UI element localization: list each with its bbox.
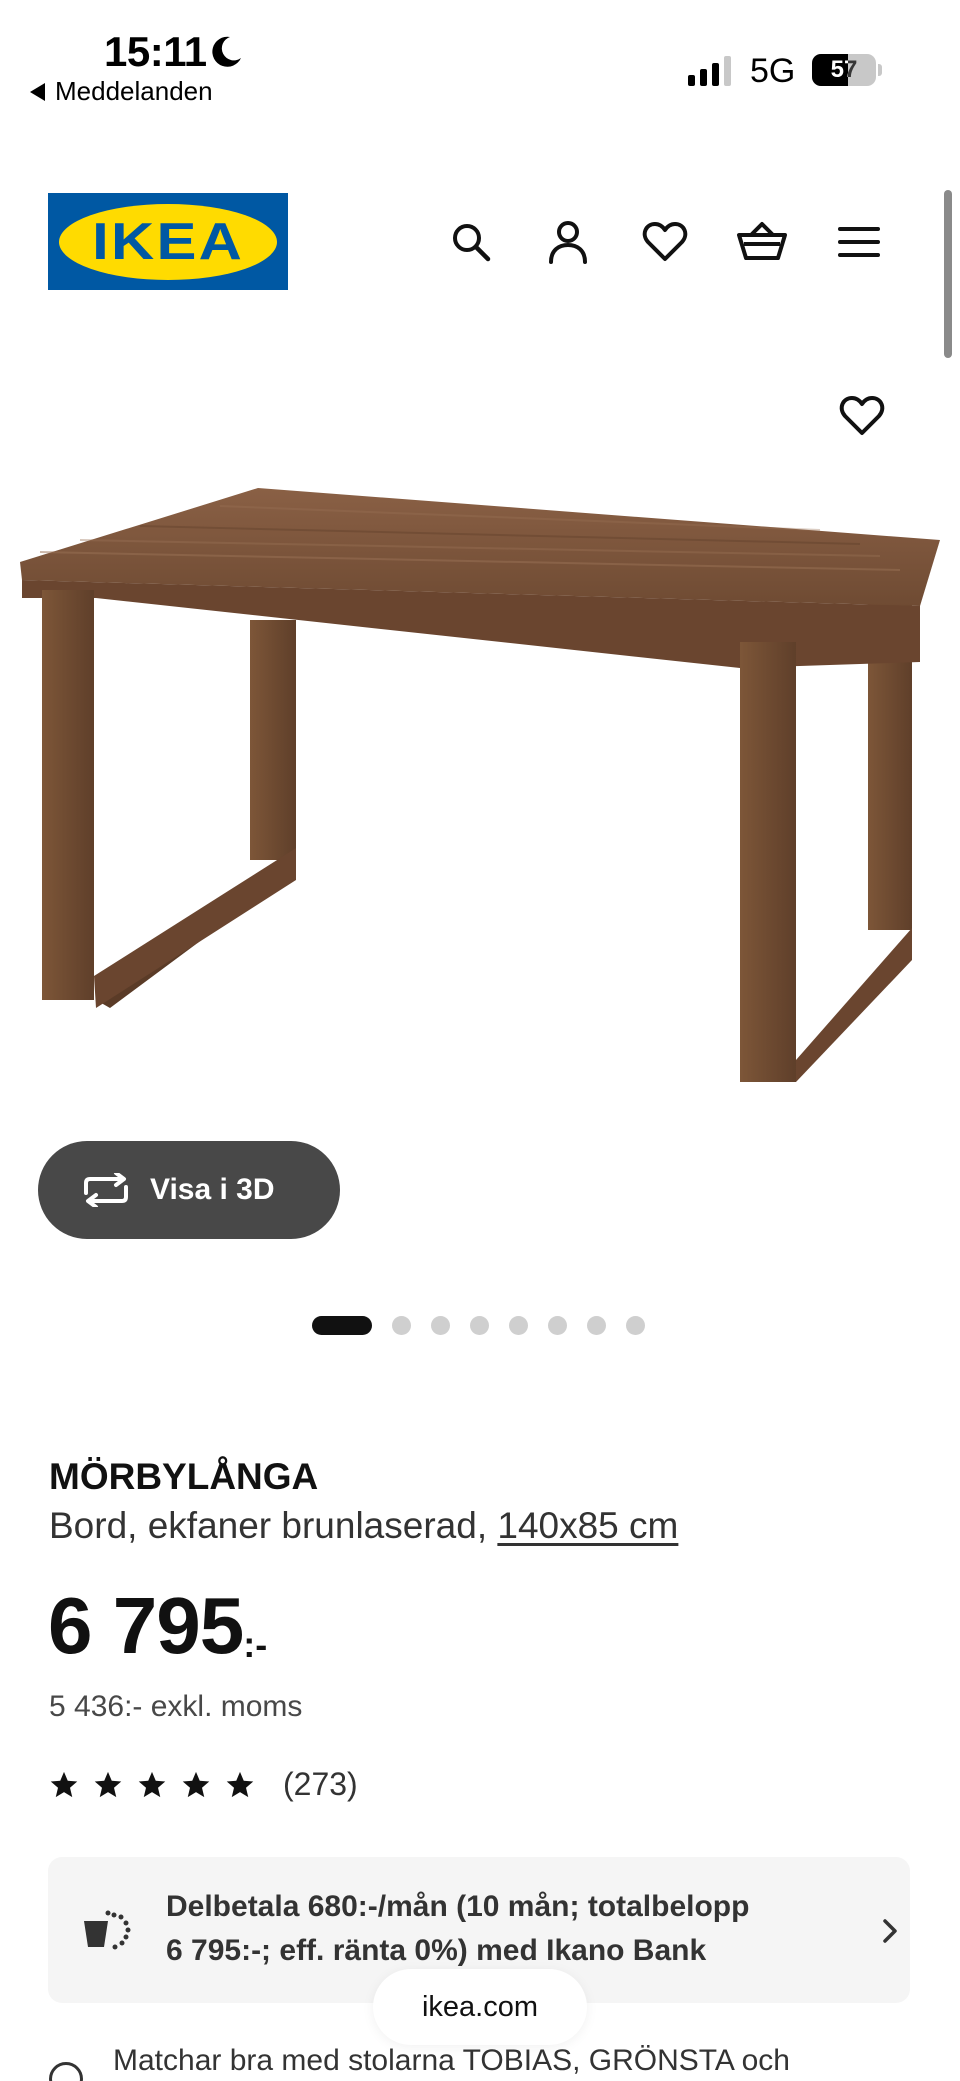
view-3d-button[interactable]: Visa i 3D — [38, 1141, 340, 1239]
rotate-icon — [84, 1173, 128, 1207]
menu-button[interactable] — [831, 214, 887, 270]
back-arrow-icon — [30, 82, 45, 101]
product-image[interactable] — [0, 380, 960, 1120]
menu-icon — [838, 227, 880, 257]
cart-icon — [737, 222, 787, 260]
carousel-dot[interactable] — [470, 1316, 489, 1335]
product-description: Bord, ekfaner brunlaserad, 140x85 cm — [49, 1505, 678, 1547]
back-app-label: Meddelanden — [55, 76, 213, 106]
scrollbar[interactable] — [944, 190, 952, 358]
browser-url-bar[interactable]: ikea.com — [373, 1969, 587, 2045]
carousel-dot[interactable] — [312, 1316, 372, 1335]
battery-icon: 57 — [812, 54, 876, 86]
cart-button[interactable] — [734, 214, 790, 270]
star-icon — [50, 1771, 78, 1797]
heart-icon — [839, 396, 885, 435]
info-icon — [49, 2062, 83, 2081]
installment-text: Delbetala 680:-/mån (10 mån; totalbelopp… — [166, 1890, 750, 1967]
product-size-link[interactable]: 140x85 cm — [497, 1505, 678, 1546]
product-price: 6 795 :- — [48, 1586, 267, 1666]
image-carousel-dots — [312, 1316, 645, 1335]
star-icon — [182, 1771, 210, 1797]
account-button[interactable] — [540, 214, 596, 270]
price-suffix: :- — [243, 1624, 268, 1665]
star-icon — [226, 1771, 254, 1797]
carousel-dot[interactable] — [431, 1316, 450, 1335]
price-ex-vat: 5 436:- exkl. moms — [49, 1690, 303, 1723]
view-3d-label: Visa i 3D — [150, 1173, 275, 1206]
review-count: (273) — [283, 1766, 358, 1802]
network-type: 5G — [750, 52, 796, 90]
payment-icon — [84, 1910, 131, 1950]
search-button[interactable] — [443, 214, 499, 270]
star-icon — [138, 1771, 166, 1797]
logo-text: IKEA — [91, 212, 245, 271]
ikea-logo[interactable]: IKEA — [48, 193, 288, 290]
favourites-button[interactable] — [637, 214, 693, 270]
carousel-dot[interactable] — [626, 1316, 645, 1335]
search-icon — [453, 224, 491, 262]
status-bar: 15:11 Meddelanden 5G 57 — [0, 0, 960, 110]
signal-icon — [688, 56, 731, 86]
clock: 15:11 — [104, 28, 207, 75]
rating-reviews-link[interactable]: (273) — [49, 1766, 358, 1803]
carousel-dot[interactable] — [392, 1316, 411, 1335]
moon-icon — [212, 36, 241, 67]
user-icon — [549, 221, 587, 264]
carousel-dot[interactable] — [548, 1316, 567, 1335]
heart-icon — [642, 222, 688, 261]
carousel-dot[interactable] — [509, 1316, 528, 1335]
back-to-app[interactable]: Meddelanden — [30, 76, 213, 107]
star-icon — [94, 1771, 122, 1797]
chevron-right-icon — [883, 1919, 897, 1943]
carousel-dot[interactable] — [587, 1316, 606, 1335]
matching-products-text: Matchar bra med stolarna TOBIAS, GRÖNSTA… — [113, 2044, 790, 2077]
product-name: MÖRBYLÅNGA — [49, 1456, 319, 1497]
battery-level: 57 — [830, 56, 858, 83]
rating-stars — [49, 1770, 255, 1800]
save-to-list-button[interactable] — [834, 388, 890, 444]
price-amount: 6 795 — [48, 1581, 244, 1670]
product-type: Bord, ekfaner brunlaserad, — [49, 1505, 488, 1546]
